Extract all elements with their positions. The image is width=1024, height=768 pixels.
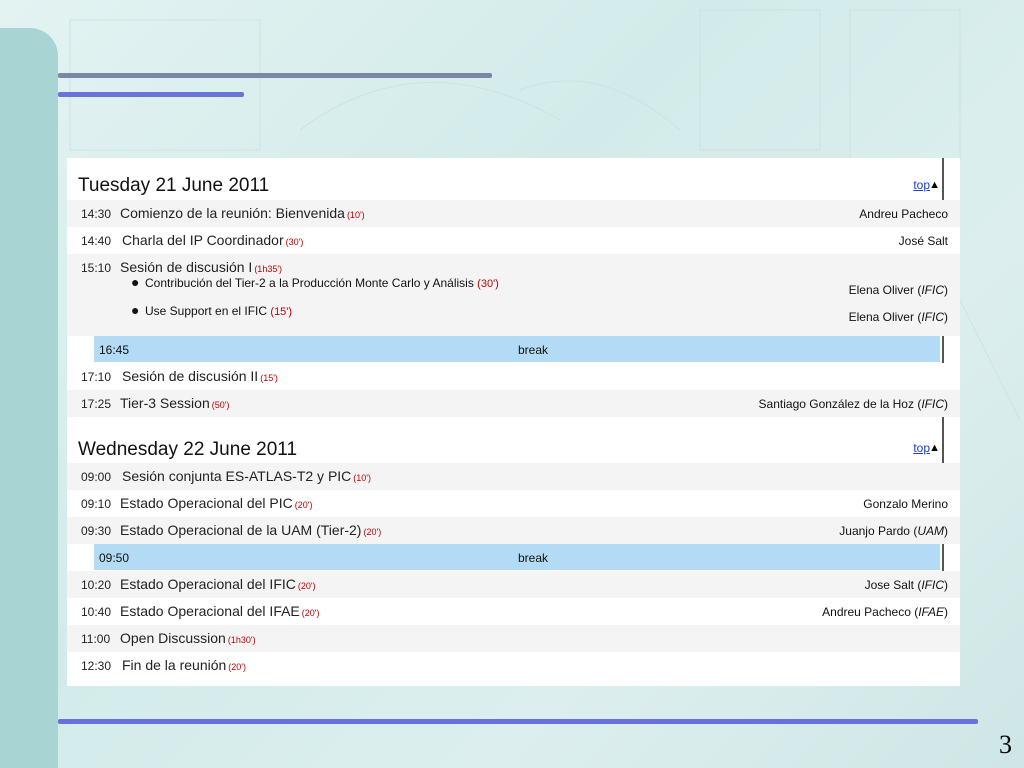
- agenda-item[interactable]: 17:10 Sesión de discusión II (15'): [67, 363, 960, 390]
- item-duration: (15'): [260, 373, 278, 383]
- item-duration: (20'): [294, 500, 313, 510]
- item-duration: (20'): [363, 527, 382, 537]
- item-time: 17:25: [81, 397, 112, 411]
- contribution-duration: (15'): [270, 306, 293, 318]
- agenda-item[interactable]: 12:30 Fin de la reunión (20'): [67, 652, 960, 679]
- item-title: Charla del IP Coordinador: [122, 232, 284, 248]
- left-side-bar: [0, 28, 58, 768]
- break-time: 09:50: [99, 551, 130, 565]
- day-title: Wednesday 22 June 2011: [78, 439, 298, 460]
- item-time: 09:30: [81, 524, 112, 538]
- item-title: Estado Operacional del IFIC: [120, 576, 296, 592]
- break-label: break: [518, 343, 549, 357]
- agenda-item[interactable]: 09:30 Estado Operacional de la UAM (Tier…: [67, 517, 960, 544]
- item-duration: (1h35'): [254, 264, 283, 274]
- item-time: 14:30: [81, 207, 112, 221]
- item-title: Open Discussion: [120, 630, 226, 646]
- item-title: Fin de la reunión: [122, 657, 227, 673]
- agenda-item[interactable]: 14:40 Charla del IP Coordinador (30') Jos…: [67, 227, 960, 254]
- contribution-affiliation: IFIC: [921, 283, 944, 297]
- break-row: 09:50 break: [67, 544, 960, 571]
- contribution[interactable]: ● Use Support en el IFIC (15'): [131, 302, 293, 318]
- contribution-title: Contribución del Tier-2 a la Producción …: [145, 276, 474, 290]
- bullet-icon: ●: [131, 302, 140, 318]
- break-row: 16:45 break: [67, 336, 960, 363]
- agenda-timetable: Tuesday 21 June 2011 top ▲ 14:30 Comienz…: [67, 158, 960, 686]
- item-affiliation: IFIC: [921, 578, 944, 592]
- agenda-item[interactable]: 14:30 Comienzo de la reunión: Bienvenida…: [67, 200, 960, 227]
- item-duration: (20'): [297, 581, 316, 591]
- agenda-item[interactable]: 11:00 Open Discussion (1h30'): [67, 625, 960, 652]
- item-speaker: Andreu Pacheco: [822, 605, 911, 619]
- item-affiliation: IFAE: [918, 605, 944, 619]
- item-duration: (20'): [301, 608, 320, 618]
- item-time: 12:30: [81, 659, 112, 673]
- item-title: Estado Operacional del PIC: [120, 495, 293, 511]
- item-title: Estado Operacional del IFAE: [120, 603, 300, 619]
- item-time: 10:40: [81, 605, 112, 619]
- decorative-line: [58, 719, 978, 724]
- agenda-item[interactable]: 10:20 Estado Operacional del IFIC (20') J…: [67, 571, 960, 598]
- day-title: Tuesday 21 June 2011: [78, 175, 270, 196]
- arrow-up-icon: ▲: [929, 442, 940, 454]
- divider: [942, 544, 944, 571]
- divider: [942, 417, 944, 463]
- decorative-line: [58, 73, 492, 78]
- bullet-icon: ●: [131, 274, 140, 290]
- item-speaker: Andreu Pacheco: [859, 207, 948, 221]
- agenda-item[interactable]: 10:40 Estado Operacional del IFAE (20') A…: [67, 598, 960, 625]
- day-header: Wednesday 22 June 2011 top ▲: [67, 417, 960, 463]
- item-time: 17:10: [81, 370, 112, 384]
- contribution-affiliation: IFIC: [921, 310, 944, 324]
- contribution-speaker: Elena Oliver: [848, 283, 914, 297]
- break-time: 16:45: [99, 343, 130, 357]
- divider: [942, 336, 944, 363]
- agenda-item[interactable]: 09:00 Sesión conjunta ES-ATLAS-T2 y PIC(…: [67, 463, 960, 490]
- item-duration: (10'): [346, 210, 365, 220]
- page-number: 3: [999, 730, 1012, 759]
- agenda-item[interactable]: 09:10 Estado Operacional del PIC (20') Go…: [67, 490, 960, 517]
- item-duration: (30'): [285, 237, 304, 247]
- item-time: 11:00: [81, 632, 111, 646]
- item-affiliation: UAM: [917, 524, 944, 538]
- day-header: Tuesday 21 June 2011 top ▲: [67, 158, 960, 200]
- arrow-up-icon: ▲: [929, 179, 940, 191]
- item-title: Estado Operacional de la UAM (Tier-2): [120, 522, 362, 538]
- item-duration: (50'): [211, 400, 230, 410]
- agenda-item[interactable]: 15:10 Sesión de discusión I (1h35') ● Con…: [67, 254, 960, 336]
- item-duration: (1h30'): [227, 635, 256, 645]
- item-duration: (20'): [228, 662, 247, 672]
- contribution-duration: (30'): [477, 278, 499, 290]
- item-speaker: Juanjo Pardo: [839, 524, 910, 538]
- item-title: Sesión de discusión II: [122, 368, 259, 384]
- decorative-line: [58, 92, 244, 97]
- item-time: 10:20: [81, 578, 112, 592]
- contribution[interactable]: ● Contribución del Tier-2 a la Producció…: [131, 274, 499, 290]
- contribution-speaker: Elena Oliver: [848, 310, 914, 324]
- item-title: Comienzo de la reunión: Bienvenida: [120, 205, 345, 221]
- agenda-item[interactable]: 17:25 Tier-3 Session (50') Santiago Gonzá…: [67, 390, 960, 417]
- break-band: 16:45 break: [94, 336, 940, 362]
- item-speaker: Santiago González de la Hoz: [758, 397, 914, 411]
- item-title: Tier-3 Session: [120, 395, 210, 411]
- break-label: break: [518, 551, 549, 565]
- item-time: 14:40: [81, 234, 112, 248]
- break-band: 09:50 break: [94, 544, 940, 570]
- item-title: Sesión conjunta ES-ATLAS-T2 y PIC: [122, 468, 352, 484]
- item-speaker: Gonzalo Merino: [863, 497, 948, 511]
- item-time: 09:10: [81, 497, 112, 511]
- item-affiliation: IFIC: [921, 397, 944, 411]
- item-time: 09:00: [81, 470, 112, 484]
- item-title: Sesión de discusión I: [120, 259, 253, 275]
- item-speaker: Jose Salt: [864, 578, 914, 592]
- top-link[interactable]: top: [913, 178, 930, 192]
- item-speaker: José Salt: [898, 234, 948, 248]
- top-link[interactable]: top: [913, 441, 930, 455]
- item-duration: (10'): [353, 473, 372, 483]
- contribution-title: Use Support en el IFIC: [145, 304, 268, 318]
- item-time: 15:10: [81, 261, 112, 275]
- divider: [942, 158, 944, 200]
